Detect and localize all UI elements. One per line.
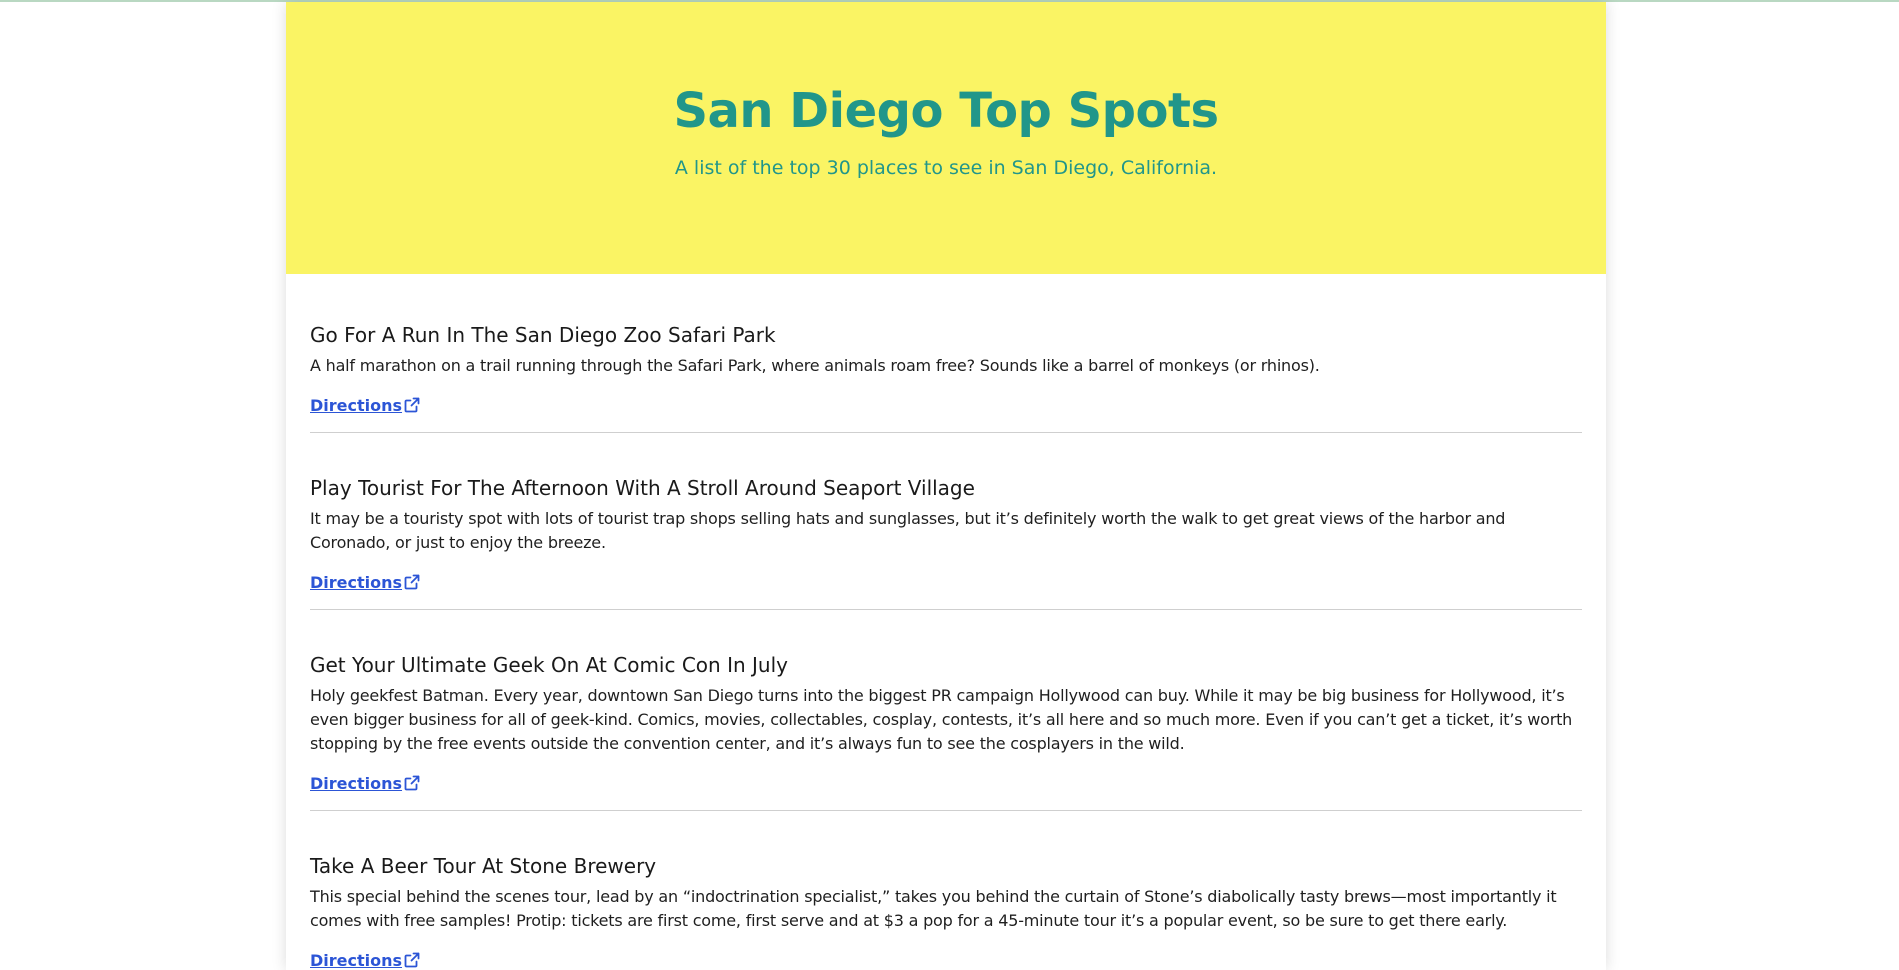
directions-link[interactable]: Directions xyxy=(310,772,420,796)
directions-link-label: Directions xyxy=(310,573,403,592)
directions-link-label: Directions xyxy=(310,396,403,415)
spot-description: It may be a touristy spot with lots of t… xyxy=(310,509,1506,552)
list-item: Play Tourist For The Afternoon With A St… xyxy=(310,473,1582,610)
directions-link-label: Directions xyxy=(310,951,403,970)
spot-title: Take A Beer Tour At Stone Brewery xyxy=(310,854,657,878)
page-container: San Diego Top Spots A list of the top 30… xyxy=(286,2,1606,970)
directions-link[interactable]: Directions xyxy=(310,949,420,970)
spot-description: This special behind the scenes tour, lea… xyxy=(310,887,1557,930)
directions-link[interactable]: Directions xyxy=(310,571,420,595)
directions-link[interactable]: Directions xyxy=(310,394,420,418)
list-item: Go For A Run In The San Diego Zoo Safari… xyxy=(310,320,1582,433)
page-subtitle: A list of the top 30 places to see in Sa… xyxy=(674,157,1218,179)
spot-title: Get Your Ultimate Geek On At Comic Con I… xyxy=(310,653,788,677)
directions-link-label: Directions xyxy=(310,774,403,793)
list-item: Take A Beer Tour At Stone Brewery This s… xyxy=(310,851,1582,970)
external-link-icon xyxy=(404,952,420,968)
spots-list: Go For A Run In The San Diego Zoo Safari… xyxy=(286,274,1606,970)
spot-title: Play Tourist For The Afternoon With A St… xyxy=(310,476,975,500)
spot-title: Go For A Run In The San Diego Zoo Safari… xyxy=(310,323,776,347)
spot-description: Holy geekfest Batman. Every year, downto… xyxy=(310,686,1573,753)
external-link-icon xyxy=(404,574,420,590)
external-link-icon xyxy=(404,775,420,791)
page-title: San Diego Top Spots xyxy=(673,83,1219,139)
external-link-icon xyxy=(404,397,420,413)
spot-description: A half marathon on a trail running throu… xyxy=(310,356,1320,375)
hero-banner: San Diego Top Spots A list of the top 30… xyxy=(286,2,1606,274)
list-item: Get Your Ultimate Geek On At Comic Con I… xyxy=(310,650,1582,811)
